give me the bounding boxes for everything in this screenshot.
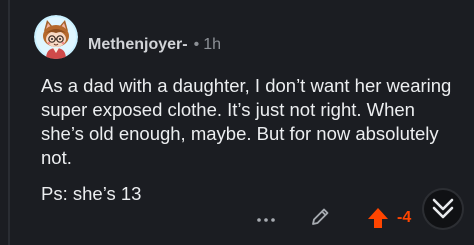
vote-score: -4 bbox=[397, 209, 412, 226]
upvote-arrow-icon bbox=[368, 208, 388, 228]
more-options-button[interactable] bbox=[255, 213, 277, 225]
edit-button[interactable] bbox=[309, 206, 331, 228]
more-horizontal-icon bbox=[257, 218, 275, 222]
chevrons-down-icon bbox=[432, 198, 454, 219]
meta-separator: • bbox=[193, 36, 200, 53]
avatar-image bbox=[34, 15, 78, 59]
username[interactable]: Methenjoyer- bbox=[88, 36, 188, 53]
comment-actions: -4 bbox=[0, 200, 474, 245]
pencil-icon bbox=[312, 208, 329, 225]
upvote-button[interactable] bbox=[366, 206, 390, 230]
comment-age: 1h bbox=[203, 36, 221, 53]
avatar[interactable] bbox=[34, 15, 78, 59]
collapse-thread-button[interactable] bbox=[424, 190, 462, 228]
comment-body: As a dad with a daughter, I don’t want h… bbox=[41, 75, 452, 168]
comment: Methenjoyer- • 1h As a dad with a daughter… bbox=[0, 0, 474, 245]
comment-header: Methenjoyer- • 1h bbox=[88, 36, 221, 54]
